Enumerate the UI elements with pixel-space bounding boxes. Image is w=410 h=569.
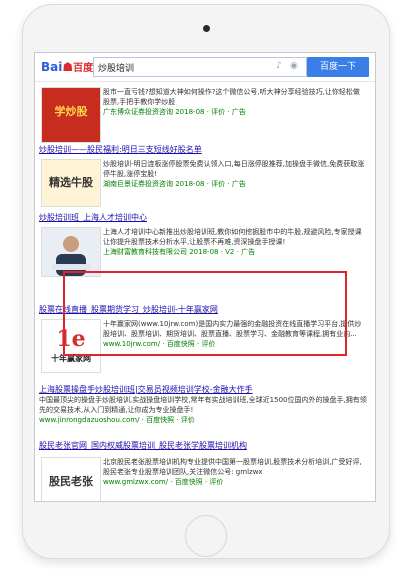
result-desc: 中国最顶尖的操盘手炒股培训,实战操盘培训学校,常年有实战培训班,全球近1500位…: [39, 396, 367, 414]
mic-icon[interactable]: ♪: [276, 61, 282, 71]
result-meta[interactable]: www.gmlzwx.com/ · 百度快照 · 评价: [103, 477, 365, 487]
search-button[interactable]: 百度一下: [307, 57, 369, 77]
search-bar: Bai☗百度 炒股培训 ♪ ◉ 百度一下: [35, 53, 375, 82]
result-desc: 北京股民老张股票培训机构专业提供中国第一股票培训,股票技术分析培训,广受好评,股…: [103, 458, 362, 476]
search-input[interactable]: 炒股培训 ♪ ◉: [93, 57, 307, 77]
search-query[interactable]: 炒股培训: [98, 61, 134, 74]
logo-brand: Bai: [41, 60, 63, 74]
result-title[interactable]: 炒股培训班_上海人才培训中心: [39, 213, 369, 223]
result-meta[interactable]: 湖南巨景证券投资咨询 2018-08 · 评价 · 广告: [103, 179, 365, 189]
camera-dot: [203, 25, 210, 32]
result-meta[interactable]: www.jinrongdazuoshou.com/ · 百度快照 · 评价: [39, 415, 369, 425]
person-icon: [52, 236, 90, 276]
highlight-box: [63, 271, 347, 356]
result-desc: 股市一直亏钱?想知道大神如何操作?这个微信公号,听大神分享经验技巧,让你轻松做股…: [103, 88, 360, 106]
list-item: 股民老张官网_国内权威股票培训_股民老张学股票培训机构 股民老张 北京股民老张股…: [39, 441, 369, 501]
list-item: 上海股票操盘手炒股培训班|交易员视频培训学校-金融大作手 中国最顶尖的操盘手炒股…: [39, 385, 369, 425]
list-item: 炒股培训班_上海人才培训中心 上海人才培训中心新推出炒股培训班,教你如何挖掘股市…: [39, 213, 369, 277]
camera-icon[interactable]: ◉: [290, 61, 298, 71]
result-title[interactable]: 股民老张官网_国内权威股票培训_股民老张学股票培训机构: [39, 441, 369, 451]
result-desc: 炒股培训-明日连板涨停股票免费认领入口,每日涨停股推荐,加操盘手微信,免费获取涨…: [103, 160, 365, 178]
result-meta[interactable]: 上海财富教育科技有限公司 2018-08 · V2 · 广告: [103, 247, 365, 257]
baidu-logo[interactable]: Bai☗百度: [41, 59, 93, 74]
paw-icon: ☗: [62, 60, 74, 74]
list-item: 炒股培训——股民福利:明日三支短线好股名单 精选牛股 炒股培训-明日连板涨停股票…: [39, 145, 369, 207]
result-thumbnail[interactable]: 股民老张: [41, 457, 101, 501]
result-title[interactable]: 炒股培训——股民福利:明日三支短线好股名单: [39, 145, 369, 155]
home-button[interactable]: [185, 515, 227, 557]
result-thumbnail[interactable]: 精选牛股: [41, 159, 101, 207]
logo-cn: 百度: [73, 63, 94, 74]
result-thumbnail[interactable]: [41, 227, 101, 277]
result-meta[interactable]: 广东博众证券投资咨询 2018-08 · 评价 · 广告: [103, 107, 365, 117]
result-title[interactable]: 上海股票操盘手炒股培训班|交易员视频培训学校-金融大作手: [39, 385, 369, 395]
result-desc: 上海人才培训中心新推出炒股培训班,教你如何挖掘股市中的牛股,规避风险,专家授课让…: [103, 228, 362, 246]
result-thumbnail[interactable]: 学炒股: [41, 87, 101, 143]
